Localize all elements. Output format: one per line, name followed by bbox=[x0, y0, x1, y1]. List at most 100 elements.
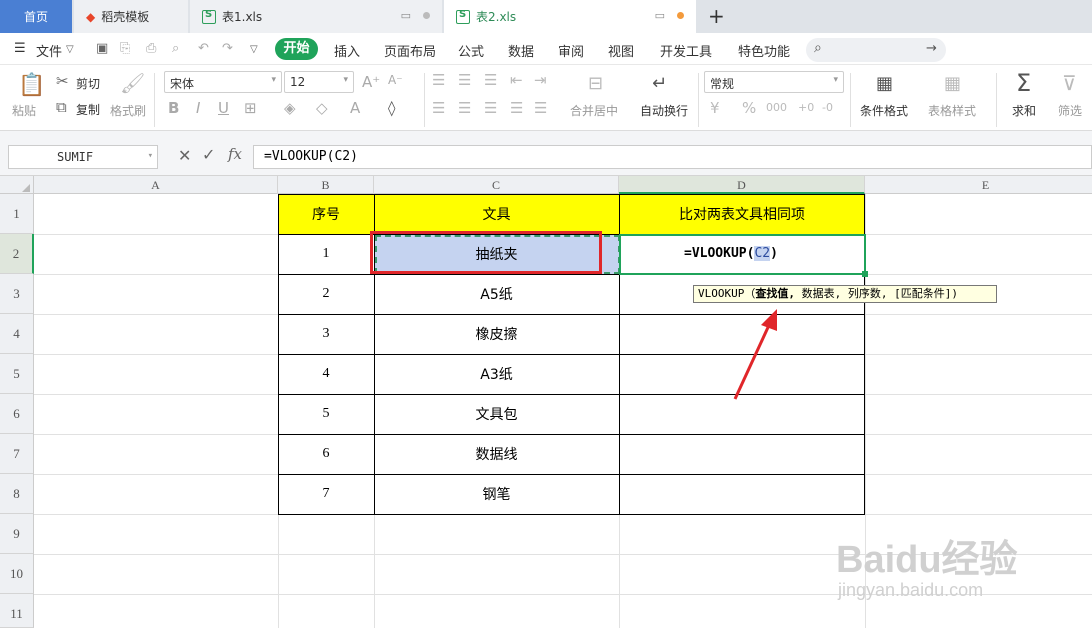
fx-icon[interactable]: fx bbox=[228, 145, 242, 163]
distribute-icon[interactable]: ☰ bbox=[534, 99, 547, 117]
increase-font-icon[interactable]: A⁺ bbox=[362, 73, 380, 91]
table-cell-index[interactable]: 7 bbox=[278, 474, 374, 514]
filter-button[interactable]: 筛选 bbox=[1058, 102, 1082, 119]
menu-special[interactable]: 特色功能 bbox=[738, 41, 790, 60]
copy-icon[interactable]: ⧉ bbox=[56, 98, 67, 116]
cancel-icon[interactable]: ✕ bbox=[178, 146, 191, 165]
redo-icon[interactable]: ↷ bbox=[222, 41, 233, 56]
table-cell-item[interactable]: 文具包 bbox=[374, 394, 619, 434]
table-cell-index[interactable]: 2 bbox=[278, 274, 374, 314]
table-cell-item[interactable]: 橡皮擦 bbox=[374, 314, 619, 354]
table-cell-item[interactable]: 钢笔 bbox=[374, 474, 619, 514]
merge-icon[interactable]: ⊟ bbox=[588, 73, 603, 94]
eraser-icon[interactable]: ◊ bbox=[388, 99, 395, 117]
shading-icon[interactable]: ◇ bbox=[316, 99, 328, 117]
format-painter-button[interactable]: 格式刷 bbox=[110, 102, 146, 119]
decimal-decrease-icon[interactable]: -0 bbox=[822, 101, 833, 114]
formula-input[interactable]: =VLOOKUP(C2) bbox=[253, 145, 1092, 169]
row-header-7[interactable]: 7 bbox=[0, 434, 34, 474]
menu-view[interactable]: 视图 bbox=[608, 41, 634, 60]
sum-button[interactable]: 求和 bbox=[1012, 102, 1036, 119]
decrease-font-icon[interactable]: A⁻ bbox=[388, 73, 403, 87]
underline-icon[interactable]: U bbox=[218, 99, 229, 117]
row-header-5[interactable]: 5 bbox=[0, 354, 34, 394]
border-icon[interactable]: ⊞ bbox=[244, 99, 257, 117]
chevron-down-icon[interactable]: ▽ bbox=[66, 44, 74, 55]
col-header-a[interactable]: A bbox=[34, 176, 278, 194]
confirm-icon[interactable]: ✓ bbox=[202, 145, 215, 164]
print-icon[interactable]: ⎙ bbox=[146, 41, 156, 56]
row-header-4[interactable]: 4 bbox=[0, 314, 34, 354]
align-middle-icon[interactable]: ☰ bbox=[458, 71, 471, 89]
quick-access-icon[interactable]: ▽ bbox=[250, 44, 258, 55]
output-icon[interactable]: ⎘ bbox=[120, 41, 130, 56]
row-header-10[interactable]: 10 bbox=[0, 554, 34, 594]
fill-handle[interactable] bbox=[862, 271, 868, 277]
table-cell-item[interactable]: A3纸 bbox=[374, 354, 619, 394]
preview-icon[interactable]: ⌕ bbox=[172, 41, 179, 56]
select-all-corner[interactable] bbox=[0, 176, 34, 194]
search-box[interactable]: ⌕ → bbox=[806, 38, 946, 62]
monitor-icon[interactable]: ▭ bbox=[401, 9, 411, 22]
paste-icon[interactable]: 📋 bbox=[18, 73, 45, 98]
header-cell-item[interactable]: 文具 bbox=[374, 194, 619, 234]
paste-label[interactable]: 粘贴 bbox=[12, 102, 36, 119]
filter-icon[interactable]: ⊽ bbox=[1062, 71, 1077, 95]
align-left-icon[interactable]: ☰ bbox=[432, 99, 445, 117]
header-cell-index[interactable]: 序号 bbox=[278, 194, 374, 234]
fill-color-icon[interactable]: ◈ bbox=[284, 99, 296, 117]
save-icon[interactable]: ▣ bbox=[96, 41, 108, 56]
font-color-icon[interactable]: A bbox=[350, 99, 360, 117]
font-name-select[interactable]: 宋体 ▾ bbox=[164, 71, 282, 93]
thousands-icon[interactable]: 000 bbox=[766, 101, 787, 114]
align-center-icon[interactable]: ☰ bbox=[458, 99, 471, 117]
table-cell-index[interactable]: 5 bbox=[278, 394, 374, 434]
row-header-3[interactable]: 3 bbox=[0, 274, 34, 314]
italic-icon[interactable]: I bbox=[196, 99, 200, 117]
align-right-icon[interactable]: ☰ bbox=[484, 99, 497, 117]
tab-home[interactable]: 首页 bbox=[0, 0, 72, 33]
menu-review[interactable]: 审阅 bbox=[558, 41, 584, 60]
font-size-select[interactable]: 12 ▾ bbox=[284, 71, 354, 93]
table-cell-item[interactable]: 数据线 bbox=[374, 434, 619, 474]
col-header-d[interactable]: D bbox=[619, 176, 865, 194]
currency-icon[interactable]: ¥ bbox=[710, 99, 720, 117]
monitor-icon[interactable]: ▭ bbox=[655, 9, 665, 22]
tab-file2[interactable]: 表2.xls ▭ bbox=[444, 0, 696, 33]
col-header-c[interactable]: C bbox=[374, 176, 619, 194]
copy-button[interactable]: 复制 bbox=[76, 101, 100, 118]
scissors-icon[interactable]: ✂ bbox=[56, 72, 69, 90]
merge-button[interactable]: 合并居中 bbox=[570, 102, 618, 119]
align-top-icon[interactable]: ☰ bbox=[432, 71, 445, 89]
arrow-right-icon[interactable]: → bbox=[926, 41, 937, 56]
col-header-b[interactable]: B bbox=[278, 176, 374, 194]
menu-file[interactable]: 文件 bbox=[36, 41, 62, 60]
table-cell-index[interactable]: 1 bbox=[278, 234, 374, 274]
table-cell-index[interactable]: 4 bbox=[278, 354, 374, 394]
menu-start[interactable]: 开始 bbox=[275, 38, 318, 60]
align-bottom-icon[interactable]: ☰ bbox=[484, 71, 497, 89]
menu-layout[interactable]: 页面布局 bbox=[384, 41, 436, 60]
indent-decrease-icon[interactable]: ⇤ bbox=[510, 71, 523, 89]
table-style-icon[interactable]: ▦ bbox=[944, 73, 961, 94]
format-painter-icon[interactable]: 🖌 bbox=[120, 71, 145, 95]
row-header-6[interactable]: 6 bbox=[0, 394, 34, 434]
tab-file1[interactable]: 表1.xls ▭ bbox=[190, 0, 442, 33]
row-header-9[interactable]: 9 bbox=[0, 514, 34, 554]
sum-icon[interactable]: Σ bbox=[1016, 69, 1031, 97]
indent-increase-icon[interactable]: ⇥ bbox=[534, 71, 547, 89]
new-tab-button[interactable]: + bbox=[708, 4, 725, 28]
row-header-11[interactable]: 11 bbox=[0, 594, 34, 628]
wrap-button[interactable]: 自动换行 bbox=[640, 102, 688, 119]
table-cell-item[interactable]: A5纸 bbox=[374, 274, 619, 314]
wrap-icon[interactable]: ↵ bbox=[652, 73, 667, 94]
cut-button[interactable]: 剪切 bbox=[76, 75, 100, 92]
table-style-button[interactable]: 表格样式 bbox=[928, 102, 976, 119]
hamburger-icon[interactable]: ☰ bbox=[14, 41, 26, 56]
bold-icon[interactable]: B bbox=[168, 99, 179, 117]
menu-dev[interactable]: 开发工具 bbox=[660, 41, 712, 60]
conditional-format-button[interactable]: 条件格式 bbox=[860, 102, 908, 119]
row-header-8[interactable]: 8 bbox=[0, 474, 34, 514]
justify-icon[interactable]: ☰ bbox=[510, 99, 523, 117]
header-cell-compare[interactable]: 比对两表文具相同项 bbox=[619, 194, 865, 234]
